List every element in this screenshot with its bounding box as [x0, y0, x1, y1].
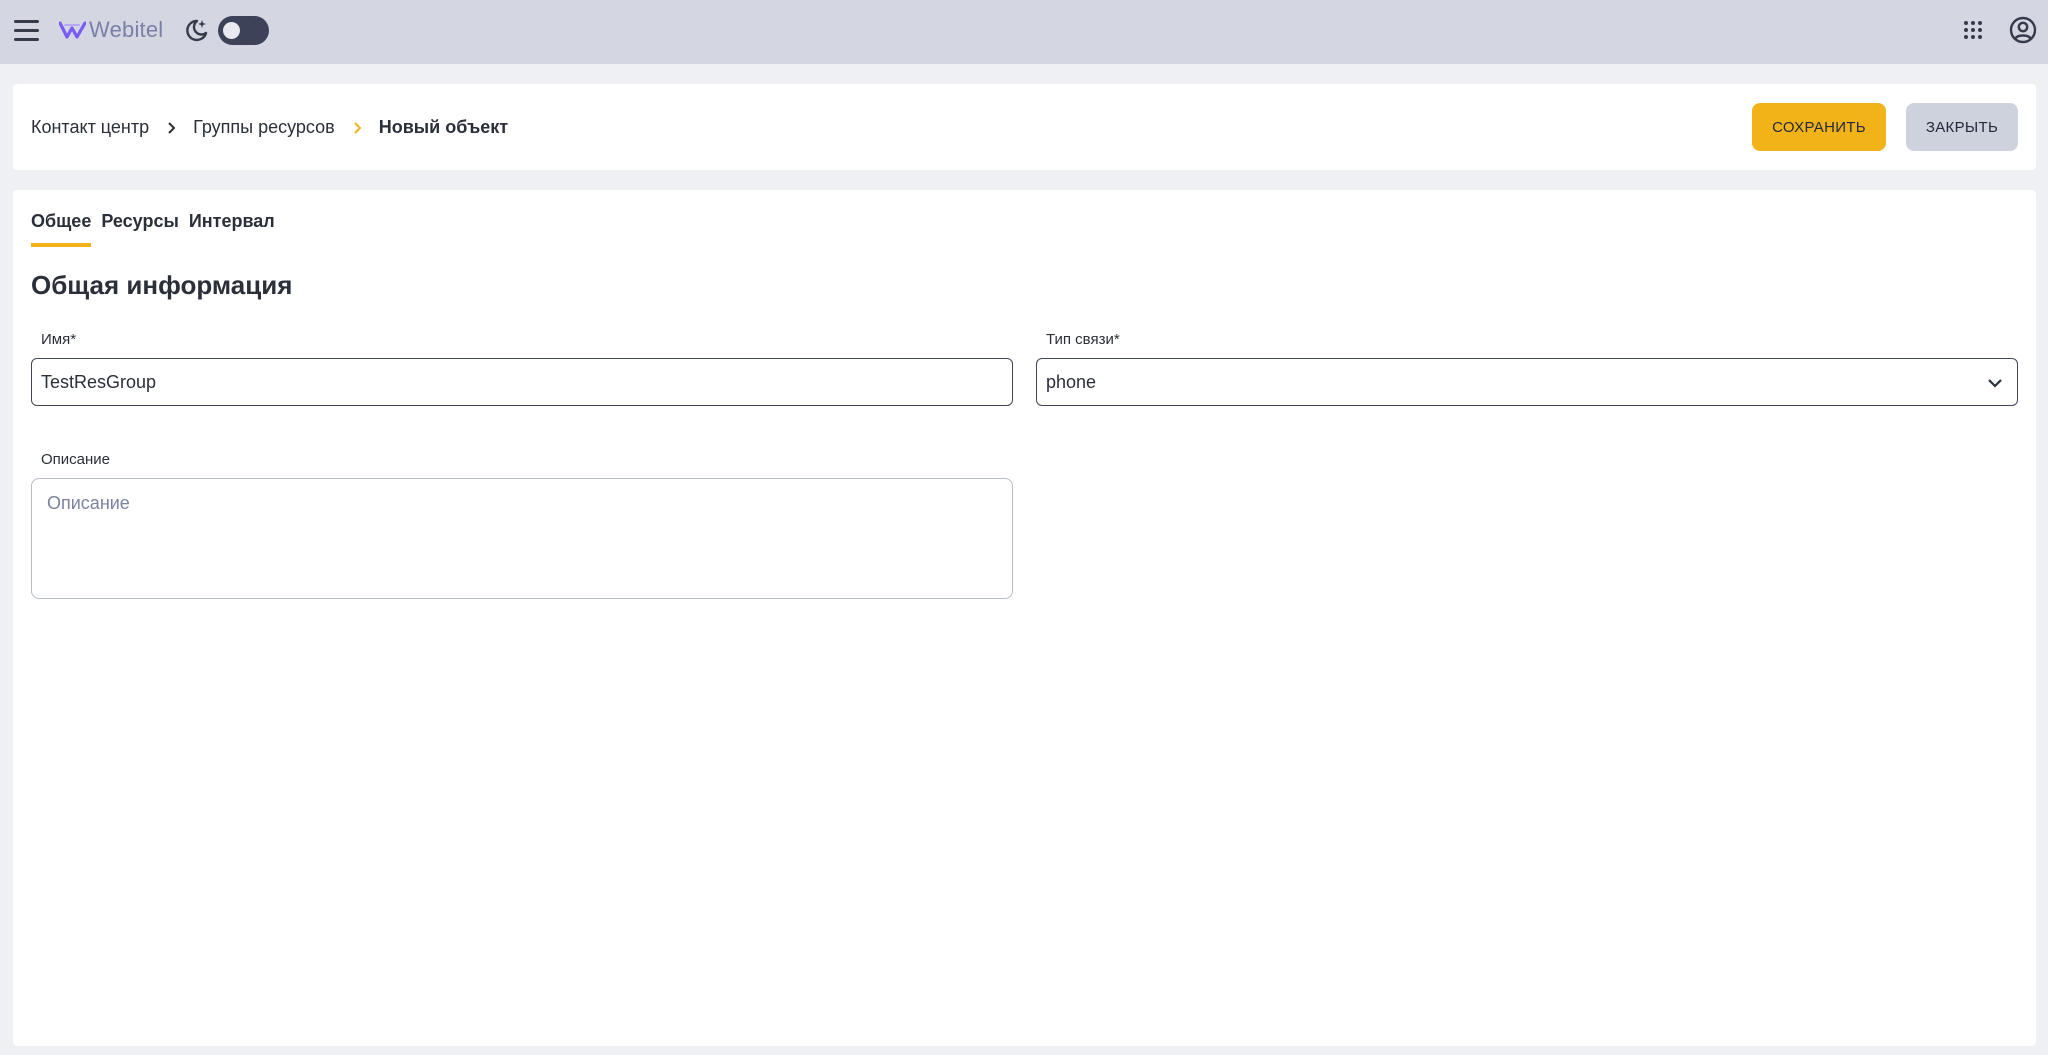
- tab-interval[interactable]: Интервал: [189, 211, 275, 247]
- logo-text: Webitel: [89, 17, 164, 42]
- apps-grid-icon[interactable]: [1963, 20, 1983, 40]
- section-title: Общая информация: [31, 270, 293, 300]
- webitel-logo[interactable]: Webitel: [59, 16, 163, 44]
- theme-toggle[interactable]: [218, 16, 269, 45]
- chevron-right-icon: [168, 121, 176, 134]
- tabs: Общее Ресурсы Интервал: [31, 211, 285, 247]
- tab-resources[interactable]: Ресурсы: [101, 211, 179, 247]
- breadcrumb-current: Новый объект: [378, 117, 509, 137]
- chevron-right-icon: [354, 121, 362, 134]
- menu-icon[interactable]: [14, 19, 39, 41]
- name-input-value: TestResGroup: [41, 371, 157, 392]
- description-placeholder: Описание: [47, 493, 130, 513]
- type-label: Тип связи*: [1046, 331, 1120, 348]
- description-textarea[interactable]: Описание: [31, 478, 1013, 599]
- breadcrumb-item-contact-center[interactable]: Контакт центр: [31, 117, 149, 138]
- connection-type-select[interactable]: phone: [1036, 358, 2018, 406]
- page-header: Контакт центр Группы ресурсов Новый объе…: [13, 84, 2036, 170]
- moon-icon: [186, 19, 208, 42]
- content-card: Общее Ресурсы Интервал Общая информация …: [13, 190, 2036, 1046]
- account-icon[interactable]: [2009, 16, 2037, 44]
- breadcrumb-item-resource-groups[interactable]: Группы ресурсов: [193, 117, 335, 138]
- tab-general[interactable]: Общее: [31, 211, 92, 247]
- close-button[interactable]: ЗАКРЫТЬ: [1906, 103, 2018, 151]
- webitel-logo-icon: [59, 21, 86, 39]
- name-input[interactable]: TestResGroup: [31, 358, 1013, 406]
- chevron-down-icon[interactable]: [1986, 374, 2004, 392]
- save-button[interactable]: СОХРАНИТЬ: [1752, 103, 1886, 151]
- breadcrumb: Контакт центр Группы ресурсов Новый объе…: [31, 117, 508, 138]
- connection-type-value: phone: [1046, 371, 1097, 392]
- name-label: Имя*: [41, 331, 77, 348]
- top-bar: Webitel: [0, 0, 2048, 64]
- toggle-knob: [223, 22, 240, 39]
- description-label: Описание: [41, 451, 111, 468]
